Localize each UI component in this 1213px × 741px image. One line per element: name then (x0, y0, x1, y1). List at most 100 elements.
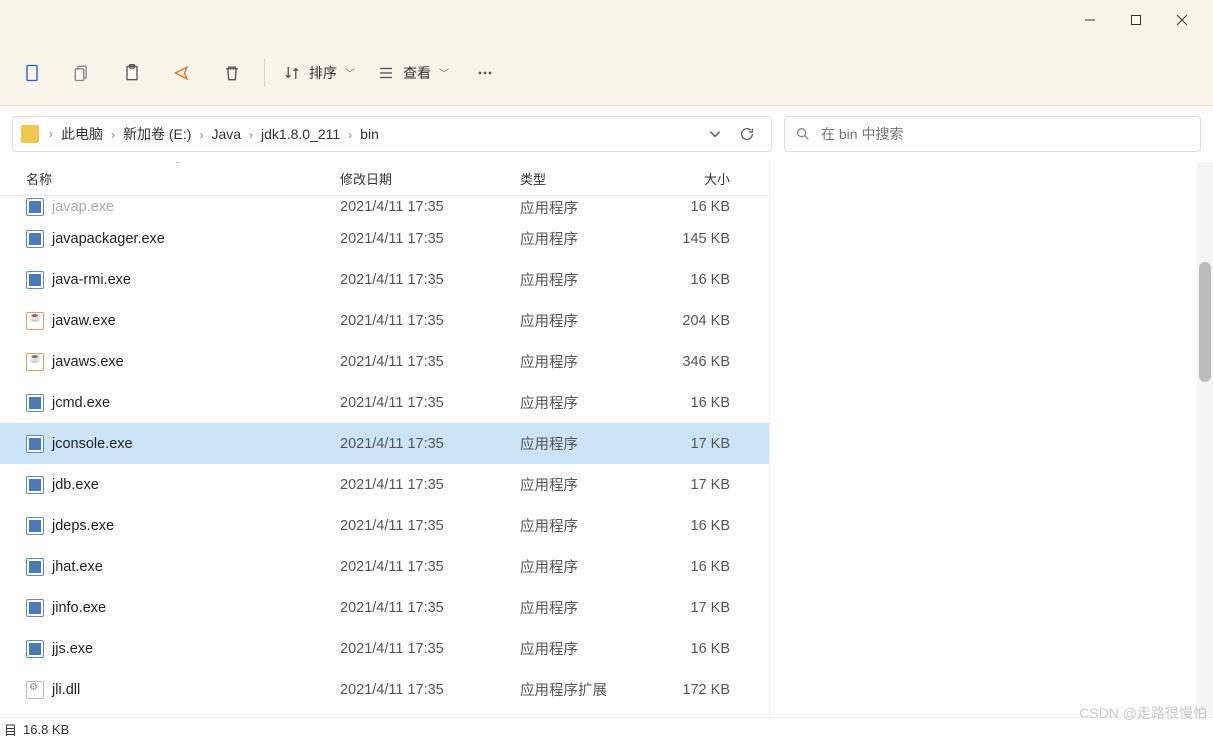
file-size: 17 KB (640, 477, 730, 493)
file-row[interactable]: jhat.exe2021/4/11 17:35应用程序16 KB (0, 546, 769, 587)
file-icon (26, 599, 44, 617)
chevron-right-icon: › (107, 128, 119, 142)
breadcrumb-item[interactable]: Java (207, 126, 245, 142)
file-icon (26, 558, 44, 576)
minimize-button[interactable] (1067, 4, 1113, 36)
status-count: 目 (4, 720, 17, 739)
file-row[interactable]: javap.exe2021/4/11 17:35应用程序16 KB (0, 196, 769, 218)
file-icon (26, 353, 44, 371)
col-size-header[interactable]: 大小 (640, 169, 730, 188)
file-size: 16 KB (640, 395, 730, 411)
view-dropdown[interactable]: 查看 ﹀ (367, 52, 459, 94)
file-row[interactable]: jconsole.exe2021/4/11 17:35应用程序17 KB (0, 423, 769, 464)
scrollbar[interactable] (1197, 162, 1213, 717)
file-row[interactable]: javaws.exe2021/4/11 17:35应用程序346 KB (0, 341, 769, 382)
file-type: 应用程序 (520, 556, 640, 577)
file-type: 应用程序 (520, 269, 640, 290)
file-row[interactable]: javaw.exe2021/4/11 17:35应用程序204 KB (0, 300, 769, 341)
toolbar: 排序 ﹀ 查看 ﹀ (0, 40, 1213, 106)
file-type: 应用程序 (520, 197, 640, 218)
file-name: jdeps.exe (52, 518, 340, 534)
file-icon (26, 394, 44, 412)
file-icon (26, 312, 44, 330)
breadcrumb-item[interactable]: 新加卷 (E:) (119, 126, 195, 142)
file-size: 17 KB (640, 600, 730, 616)
file-row[interactable]: jdeps.exe2021/4/11 17:35应用程序16 KB (0, 505, 769, 546)
file-row[interactable]: jcmd.exe2021/4/11 17:35应用程序16 KB (0, 382, 769, 423)
breadcrumb[interactable]: › 此电脑›新加卷 (E:)›Java›jdk1.8.0_211›bin (12, 116, 772, 152)
file-date: 2021/4/11 17:35 (340, 641, 520, 657)
folder-icon (21, 125, 39, 143)
file-name: javaws.exe (52, 354, 340, 370)
preview-pane (770, 162, 1213, 717)
file-row[interactable]: jdb.exe2021/4/11 17:35应用程序17 KB (0, 464, 769, 505)
file-name: jjs.exe (52, 641, 340, 657)
file-list: 名称ˆ 修改日期 类型 大小 javap.exe2021/4/11 17:35应… (0, 162, 770, 717)
refresh-button[interactable] (731, 118, 763, 150)
sort-dropdown[interactable]: 排序 ﹀ (273, 52, 365, 94)
copy-button[interactable] (58, 52, 106, 94)
breadcrumb-item[interactable]: 此电脑 (57, 126, 107, 142)
close-button[interactable] (1159, 4, 1205, 36)
col-type-header[interactable]: 类型 (520, 169, 640, 188)
file-name: java-rmi.exe (52, 272, 340, 288)
file-icon (26, 517, 44, 535)
file-size: 346 KB (640, 354, 730, 370)
file-name: javap.exe (52, 199, 340, 215)
search-input[interactable] (821, 126, 1190, 142)
titlebar (0, 0, 1213, 40)
file-type: 应用程序 (520, 433, 640, 454)
file-row[interactable]: javapackager.exe2021/4/11 17:35应用程序145 K… (0, 218, 769, 259)
paste-button[interactable] (108, 52, 156, 94)
file-row[interactable]: jli.dll2021/4/11 17:35应用程序扩展172 KB (0, 669, 769, 710)
scrollbar-thumb[interactable] (1199, 262, 1211, 382)
file-type: 应用程序 (520, 515, 640, 536)
file-name: jinfo.exe (52, 600, 340, 616)
file-date: 2021/4/11 17:35 (340, 354, 520, 370)
file-name: javaw.exe (52, 313, 340, 329)
share-button[interactable] (158, 52, 206, 94)
column-headers: 名称ˆ 修改日期 类型 大小 (0, 162, 769, 196)
file-icon (26, 681, 44, 699)
file-name: jli.dll (52, 682, 340, 698)
file-icon (26, 640, 44, 658)
file-date: 2021/4/11 17:35 (340, 395, 520, 411)
file-name: jconsole.exe (52, 436, 340, 452)
file-type: 应用程序 (520, 228, 640, 249)
file-date: 2021/4/11 17:35 (340, 436, 520, 452)
search-box[interactable] (784, 116, 1201, 152)
file-type: 应用程序 (520, 392, 640, 413)
file-size: 16 KB (640, 641, 730, 657)
breadcrumb-item[interactable]: bin (356, 126, 383, 142)
chevron-right-icon: › (245, 128, 257, 142)
chevron-right-icon: › (195, 128, 207, 142)
file-date: 2021/4/11 17:35 (340, 559, 520, 575)
file-date: 2021/4/11 17:35 (340, 313, 520, 329)
file-size: 17 KB (640, 436, 730, 452)
sort-icon (283, 64, 301, 82)
delete-button[interactable] (208, 52, 256, 94)
view-label: 查看 (403, 63, 431, 83)
history-dropdown[interactable] (699, 118, 731, 150)
file-icon (26, 435, 44, 453)
col-name-header[interactable]: 名称ˆ (26, 169, 340, 188)
chevron-right-icon: › (45, 127, 57, 141)
file-icon (26, 198, 44, 216)
col-date-header[interactable]: 修改日期 (340, 169, 520, 188)
file-type: 应用程序 (520, 474, 640, 495)
more-button[interactable] (461, 52, 509, 94)
sort-asc-icon: ˆ (176, 162, 179, 172)
file-row[interactable]: jinfo.exe2021/4/11 17:35应用程序17 KB (0, 587, 769, 628)
file-row[interactable]: java-rmi.exe2021/4/11 17:35应用程序16 KB (0, 259, 769, 300)
file-size: 16 KB (640, 559, 730, 575)
maximize-button[interactable] (1113, 4, 1159, 36)
file-type: 应用程序 (520, 597, 640, 618)
file-type: 应用程序扩展 (520, 679, 640, 700)
new-button[interactable] (8, 52, 56, 94)
sort-label: 排序 (309, 63, 337, 83)
breadcrumb-item[interactable]: jdk1.8.0_211 (257, 126, 344, 142)
file-icon (26, 230, 44, 248)
file-row[interactable]: jjs.exe2021/4/11 17:35应用程序16 KB (0, 628, 769, 669)
file-size: 16 KB (640, 518, 730, 534)
file-date: 2021/4/11 17:35 (340, 477, 520, 493)
